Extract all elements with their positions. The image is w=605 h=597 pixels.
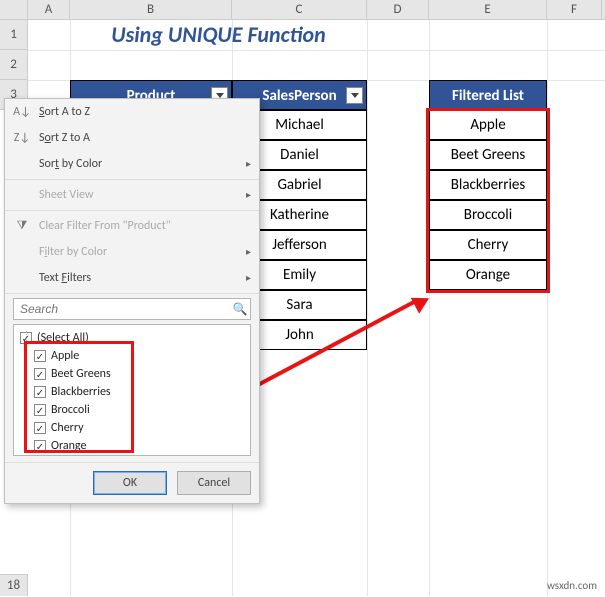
menu-sort-color[interactable]: Sort by Color	[5, 151, 259, 177]
checkbox-icon: ✓	[34, 404, 46, 416]
menu-sheet-view-label: Sheet View	[39, 188, 238, 202]
cell-filtered[interactable]: Broccoli	[429, 200, 547, 230]
page-title: Using UNIQUE Function	[70, 20, 367, 50]
check-select-all[interactable]: ✓ (Select All)	[20, 329, 244, 347]
filter-search-input[interactable]	[14, 302, 230, 316]
col-header-A[interactable]: A	[28, 0, 70, 19]
cell-filtered[interactable]: Blackberries	[429, 170, 547, 200]
header-filtered-label: Filtered List	[452, 87, 524, 105]
check-item[interactable]: ✓ Orange	[34, 437, 244, 455]
ok-button[interactable]: OK	[93, 471, 167, 495]
menu-clear-filter: ⧩ Clear Filter From "Product"	[5, 213, 259, 239]
menu-buttons: OK Cancel	[5, 462, 259, 503]
filter-search[interactable]: 🔍	[13, 298, 251, 320]
menu-sort-az[interactable]: A↓ Sort A to Z	[5, 99, 259, 125]
funnel-icon: ⧩	[13, 219, 31, 233]
col-header-C[interactable]: C	[232, 0, 367, 19]
col-header-B[interactable]: B	[70, 0, 232, 19]
check-item-label: Blackberries	[51, 385, 111, 399]
chevron-right-icon	[246, 188, 251, 202]
checkbox-icon: ✓	[34, 422, 46, 434]
checkbox-icon: ✓	[34, 368, 46, 380]
col-header-F[interactable]: F	[547, 0, 602, 19]
menu-sort-color-label: Sort by Color	[39, 157, 238, 171]
check-item-label: Beet Greens	[51, 367, 111, 381]
row-header-2[interactable]: 2	[0, 50, 28, 80]
row-header-18[interactable]: 18	[0, 574, 28, 596]
cell-filtered[interactable]: Orange	[429, 260, 547, 290]
select-all-corner[interactable]	[0, 0, 28, 19]
col-header-D[interactable]: D	[367, 0, 429, 19]
menu-clear-filter-label: Clear Filter From "Product"	[39, 219, 251, 233]
sort-za-icon: Z↓	[13, 131, 31, 145]
menu-text-filters[interactable]: Text Filters	[5, 265, 259, 291]
menu-filter-color-label: Filter by Color	[39, 245, 238, 259]
row-headers: 1 2 3	[0, 20, 28, 110]
header-salesperson-label: SalesPerson	[262, 87, 336, 105]
cancel-button[interactable]: Cancel	[177, 471, 251, 495]
watermark: wsxdn.com	[547, 579, 597, 592]
menu-sort-za[interactable]: Z↓ Sort Z to A	[5, 125, 259, 151]
check-item-label: Cherry	[51, 421, 84, 435]
chevron-right-icon	[246, 245, 251, 259]
cell-filtered[interactable]: Beet Greens	[429, 140, 547, 170]
check-select-all-label: (Select All)	[37, 331, 89, 345]
cell-filtered[interactable]: Apple	[429, 110, 547, 140]
check-item[interactable]: ✓ Blackberries	[34, 383, 244, 401]
check-item[interactable]: ✓ Apple	[34, 347, 244, 365]
menu-sheet-view: Sheet View	[5, 182, 259, 208]
check-item-label: Broccoli	[51, 403, 90, 417]
checkbox-icon: ✓	[34, 440, 46, 452]
menu-filter-color: Filter by Color	[5, 239, 259, 265]
filter-dropdown-salesperson[interactable]	[346, 87, 363, 104]
checkbox-icon: ✓	[34, 350, 46, 362]
column-headers: A B C D E F	[0, 0, 605, 20]
menu-sort-az-label: Sort A to Z	[39, 105, 251, 119]
check-item-label: Apple	[51, 349, 79, 363]
menu-sort-za-label: Sort Z to A	[39, 131, 251, 145]
check-item[interactable]: ✓ Broccoli	[34, 401, 244, 419]
autofilter-menu: A↓ Sort A to Z Z↓ Sort Z to A Sort by Co…	[4, 98, 260, 504]
check-item[interactable]: ✓ Beet Greens	[34, 365, 244, 383]
chevron-right-icon	[246, 157, 251, 171]
check-item-label: Orange	[51, 439, 86, 453]
cell-filtered[interactable]: Cherry	[429, 230, 547, 260]
row-header-1[interactable]: 1	[0, 20, 28, 50]
filter-checklist: ✓ (Select All) ✓ Apple ✓ Beet Greens ✓ Blac…	[13, 324, 251, 456]
menu-text-filters-label: Text Filters	[39, 271, 238, 285]
chevron-right-icon	[246, 271, 251, 285]
check-item[interactable]: ✓ Cherry	[34, 419, 244, 437]
sort-az-icon: A↓	[13, 105, 31, 119]
header-filtered: Filtered List	[429, 80, 547, 110]
checkbox-icon: ✓	[34, 386, 46, 398]
search-icon: 🔍	[230, 302, 250, 317]
col-header-E[interactable]: E	[429, 0, 547, 19]
